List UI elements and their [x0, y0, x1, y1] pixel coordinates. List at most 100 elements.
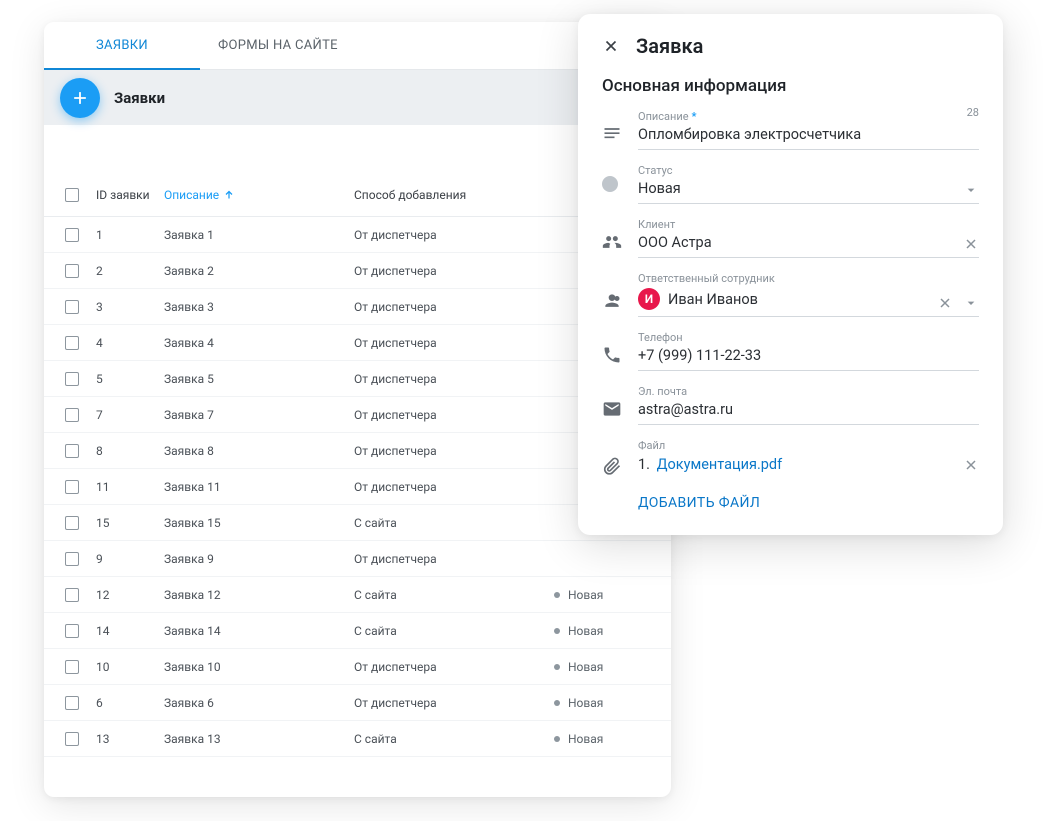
row-checkbox[interactable]: [65, 624, 79, 638]
status-dot-icon: [602, 176, 618, 192]
detail-title: Заявка: [636, 34, 703, 58]
cell-id: 5: [96, 372, 164, 386]
clear-assignee-button[interactable]: [937, 295, 953, 311]
remove-file-button[interactable]: [963, 457, 979, 477]
col-method[interactable]: Способ добавления: [354, 188, 554, 202]
cell-desc: Заявка 13: [164, 732, 354, 746]
select-all-checkbox[interactable]: [65, 188, 79, 202]
row-checkbox[interactable]: [65, 300, 79, 314]
detail-section-title: Основная информация: [602, 76, 979, 96]
cell-method: От диспетчера: [354, 408, 554, 422]
row-checkbox[interactable]: [65, 480, 79, 494]
table-row[interactable]: 6Заявка 6От диспетчераНовая: [44, 685, 671, 721]
cell-desc: Заявка 15: [164, 516, 354, 530]
row-checkbox[interactable]: [65, 588, 79, 602]
field-description[interactable]: Описание* Опломбировка электросчетчика 2…: [602, 110, 979, 150]
row-checkbox[interactable]: [65, 732, 79, 746]
cell-desc: Заявка 4: [164, 336, 354, 350]
file-index: 1.: [638, 456, 650, 473]
cell-status: Новая: [554, 660, 671, 674]
cell-method: От диспетчера: [354, 444, 554, 458]
cell-id: 2: [96, 264, 164, 278]
table-row[interactable]: 8Заявка 8От диспетчера: [44, 433, 671, 469]
table-row[interactable]: 7Заявка 7От диспетчера: [44, 397, 671, 433]
table-row[interactable]: 3Заявка 3От диспетчера: [44, 289, 671, 325]
tabs: ЗАЯВКИ ФОРМЫ НА САЙТЕ: [44, 22, 671, 70]
col-description[interactable]: Описание: [164, 188, 354, 202]
cell-id: 3: [96, 300, 164, 314]
field-file-label: Файл: [638, 439, 979, 452]
cell-id: 8: [96, 444, 164, 458]
table-row[interactable]: 10Заявка 10От диспетчераНовая: [44, 649, 671, 685]
file-link[interactable]: 1. Документация.pdf: [638, 456, 979, 473]
cell-desc: Заявка 8: [164, 444, 354, 458]
cell-desc: Заявка 2: [164, 264, 354, 278]
field-client-value: ООО Астра: [638, 234, 979, 251]
status-dropdown-toggle[interactable]: [963, 182, 979, 198]
status-dot-icon: [554, 592, 560, 598]
table-row[interactable]: 2Заявка 2От диспетчера: [44, 253, 671, 289]
row-checkbox[interactable]: [65, 372, 79, 386]
col-description-label: Описание: [164, 188, 219, 202]
cell-id: 10: [96, 660, 164, 674]
col-id[interactable]: ID заявки: [96, 188, 164, 202]
field-phone[interactable]: Телефон +7 (999) 111-22-33: [602, 331, 979, 371]
tab-forms[interactable]: ФОРМЫ НА САЙТЕ: [200, 22, 356, 69]
cell-method: С сайта: [354, 516, 554, 530]
clear-client-button[interactable]: [963, 236, 979, 252]
row-checkbox[interactable]: [65, 444, 79, 458]
cell-id: 7: [96, 408, 164, 422]
row-checkbox[interactable]: [65, 228, 79, 242]
assignee-dropdown-toggle[interactable]: [963, 295, 979, 311]
cell-id: 14: [96, 624, 164, 638]
table-row[interactable]: 1Заявка 1От диспетчера: [44, 217, 671, 253]
cell-method: От диспетчера: [354, 552, 554, 566]
field-description-value: Опломбировка электросчетчика: [638, 126, 979, 143]
table-row[interactable]: 15Заявка 15С сайта: [44, 505, 671, 541]
cell-id: 13: [96, 732, 164, 746]
table-row[interactable]: 5Заявка 5От диспетчера: [44, 361, 671, 397]
cell-id: 4: [96, 336, 164, 350]
add-file-button[interactable]: ДОБАВИТЬ ФАЙЛ: [638, 495, 979, 511]
cell-method: С сайта: [354, 588, 554, 602]
attachment-icon: [602, 455, 622, 475]
toolbar: Заявки: [44, 70, 671, 125]
row-checkbox[interactable]: [65, 516, 79, 530]
field-email[interactable]: Эл. почта astra@astra.ru: [602, 385, 979, 425]
row-checkbox[interactable]: [65, 552, 79, 566]
people-icon: [602, 291, 622, 311]
cell-method: От диспетчера: [354, 660, 554, 674]
table-row[interactable]: 13Заявка 13С сайтаНовая: [44, 721, 671, 757]
tab-requests[interactable]: ЗАЯВКИ: [44, 22, 200, 69]
cell-method: С сайта: [354, 732, 554, 746]
row-checkbox[interactable]: [65, 264, 79, 278]
row-checkbox[interactable]: [65, 408, 79, 422]
field-client[interactable]: Клиент ООО Астра: [602, 218, 979, 258]
table-row[interactable]: 4Заявка 4От диспетчера: [44, 325, 671, 361]
cell-status: Новая: [554, 624, 671, 638]
row-checkbox[interactable]: [65, 696, 79, 710]
table-row[interactable]: 14Заявка 14С сайтаНовая: [44, 613, 671, 649]
row-checkbox[interactable]: [65, 660, 79, 674]
field-assignee[interactable]: Ответственный сотрудник И Иван Иванов: [602, 272, 979, 317]
char-counter: 28: [967, 106, 979, 119]
caret-down-icon: [963, 182, 979, 198]
field-status[interactable]: Статус Новая: [602, 164, 979, 204]
close-button[interactable]: [602, 37, 620, 55]
status-dot-icon: [554, 664, 560, 670]
table-row[interactable]: 11Заявка 11От диспетчера: [44, 469, 671, 505]
add-request-button[interactable]: [60, 78, 100, 118]
plus-icon: [70, 88, 90, 108]
email-icon: [602, 399, 622, 419]
cell-method: От диспетчера: [354, 300, 554, 314]
cell-desc: Заявка 5: [164, 372, 354, 386]
row-checkbox[interactable]: [65, 336, 79, 350]
table-row[interactable]: 12Заявка 12С сайтаНовая: [44, 577, 671, 613]
status-dot-icon: [554, 736, 560, 742]
field-file: Файл 1. Документация.pdf: [602, 439, 979, 481]
cell-method: От диспетчера: [354, 228, 554, 242]
cell-status: Новая: [554, 696, 671, 710]
field-status-label: Статус: [638, 164, 979, 177]
table-row[interactable]: 9Заявка 9От диспетчера: [44, 541, 671, 577]
cell-desc: Заявка 1: [164, 228, 354, 242]
